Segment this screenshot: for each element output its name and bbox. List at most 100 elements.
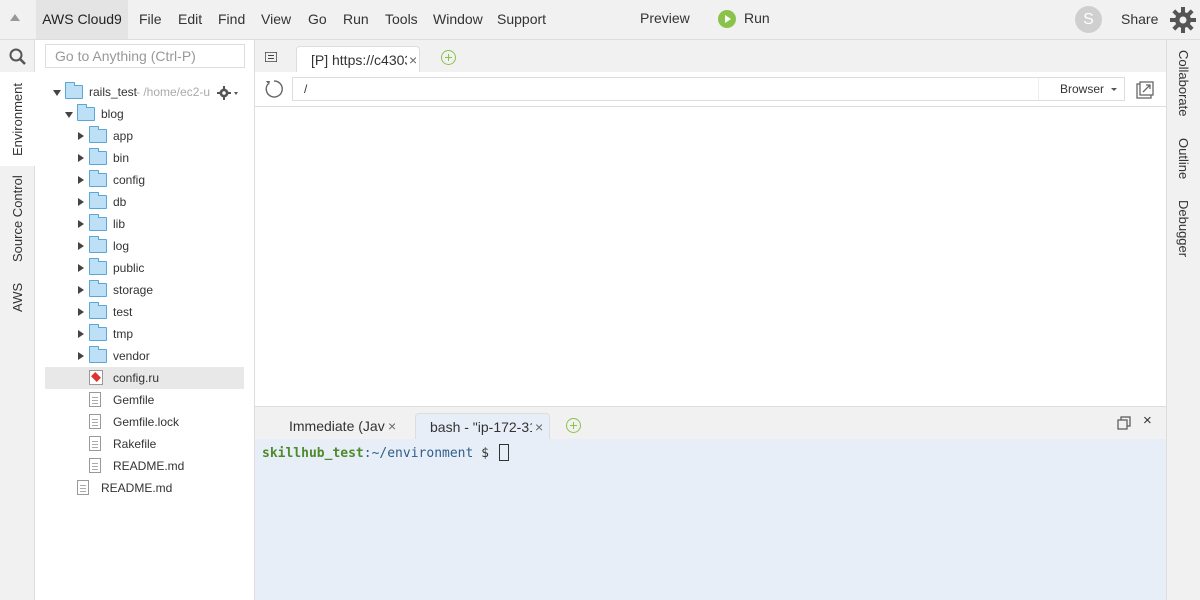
menu-file[interactable]: File [139,0,162,39]
tree-item-label: vendor [113,349,150,363]
tree-file[interactable]: Rakefile [45,433,244,455]
terminal[interactable]: skillhub_test:~/environment $ [255,439,1166,600]
brand-menu[interactable]: AWS Cloud9 [36,0,128,39]
tab-collaborate[interactable]: Collaborate [1167,46,1200,122]
chevron-right-icon[interactable] [78,242,84,250]
tab-debugger[interactable]: Debugger [1167,196,1200,262]
chevron-right-icon[interactable] [78,220,84,228]
tree-folder[interactable]: app [45,125,244,147]
chevron-right-icon[interactable] [78,154,84,162]
tree-item-label: README.md [101,481,173,495]
close-panel-icon[interactable]: × [1143,412,1152,429]
menu-run[interactable]: Run [343,0,369,39]
chevron-right-icon[interactable] [78,176,84,184]
prompt-path: :~/environment [363,446,474,461]
chevron-right-icon[interactable] [78,198,84,206]
share-button[interactable]: Share [1121,0,1158,39]
browser-preview-area[interactable] [255,107,1166,406]
tab-environment-label: Environment [10,83,25,156]
menu-view[interactable]: View [261,0,291,39]
folder-icon [89,170,107,187]
close-icon[interactable]: × [388,413,396,440]
tree-folder[interactable]: storage [45,279,244,301]
refresh-icon[interactable] [264,79,284,99]
chevron-down-icon[interactable] [53,90,61,96]
tab-browser-preview-label: [P] https://c43034 [311,52,407,68]
chevron-right-icon[interactable] [78,286,84,294]
tab-list-icon[interactable] [265,52,277,62]
user-avatar[interactable]: S [1075,6,1102,33]
file-icon [89,392,101,407]
run-play-icon[interactable] [718,10,736,28]
pop-out-icon[interactable] [1136,81,1154,99]
add-tab-icon[interactable] [441,50,456,65]
tab-immediate-label: Immediate (Java [289,418,385,434]
browser-toolbar: Browser [255,72,1166,107]
tree-folder[interactable]: test [45,301,244,323]
tree-folder[interactable]: blog [45,103,244,125]
tree-folder[interactable]: vendor [45,345,244,367]
menu-go[interactable]: Go [308,0,327,39]
restore-window-icon[interactable] [1117,416,1131,430]
menu-edit[interactable]: Edit [178,0,202,39]
tree-item-label: config [113,173,146,187]
tab-aws[interactable]: AWS [0,276,35,316]
tree-folder[interactable]: rails_test - /home/ec2-u [45,81,244,103]
tree-item-label: lib [113,217,126,231]
prompt-user: skillhub_test [262,446,364,461]
folder-icon [65,82,83,99]
tree-item-label: README.md [113,459,185,473]
file-icon [77,480,89,495]
search-icon[interactable] [0,40,35,72]
tree-folder[interactable]: bin [45,147,244,169]
tab-outline[interactable]: Outline [1167,134,1200,184]
close-icon[interactable]: × [409,47,417,74]
chevron-right-icon[interactable] [78,264,84,272]
tree-file[interactable]: Gemfile.lock [45,411,244,433]
browser-dropdown[interactable]: Browser [1038,78,1124,100]
menu-tools[interactable]: Tools [385,0,418,39]
preview-button[interactable]: Preview [640,0,690,39]
run-button[interactable]: Run [744,0,770,39]
folder-icon [89,324,107,341]
chevron-right-icon[interactable] [78,330,84,338]
add-terminal-icon[interactable] [566,418,581,433]
tree-folder[interactable]: config [45,169,244,191]
tab-bash-label: bash - "ip-172-31 [430,419,532,435]
tree-folder[interactable]: lib [45,213,244,235]
tree-folder[interactable]: public [45,257,244,279]
chevron-right-icon[interactable] [78,352,84,360]
chevron-down-icon[interactable] [65,112,73,118]
tree-file[interactable]: README.md [45,477,244,499]
menu-window[interactable]: Window [433,0,483,39]
close-icon[interactable]: × [535,414,543,441]
terminal-cursor [498,444,509,461]
chevron-right-icon[interactable] [78,308,84,316]
tree-file[interactable]: Gemfile [45,389,244,411]
menu-find[interactable]: Find [218,0,245,39]
folder-icon [89,148,107,165]
tab-browser-preview[interactable]: [P] https://c43034 × [296,46,420,73]
editor-tab-bar: [P] https://c43034 × [255,40,1166,73]
gear-icon[interactable] [1168,5,1198,35]
tree-folder[interactable]: db [45,191,244,213]
tree-folder[interactable]: log [45,235,244,257]
collapse-menu-icon[interactable] [10,14,20,21]
go-to-anything-input[interactable] [45,44,245,68]
right-panel-tabs: Collaborate Outline Debugger [1166,40,1200,600]
tab-source-control[interactable]: Source Control [0,166,35,266]
folder-icon [89,302,107,319]
tree-file[interactable]: config.ru [45,367,244,389]
tab-environment[interactable]: Environment [0,72,35,166]
tab-bash[interactable]: bash - "ip-172-31 × [415,413,550,440]
tree-item-label: storage [113,283,154,297]
console-tab-bar: Immediate (Java × bash - "ip-172-31 × × [255,406,1166,440]
menu-support[interactable]: Support [497,0,546,39]
tab-immediate[interactable]: Immediate (Java × [275,413,403,440]
url-input[interactable] [293,78,1038,100]
tree-item-label: public [113,261,145,275]
tree-folder[interactable]: tmp [45,323,244,345]
folder-icon [89,258,107,275]
tree-file[interactable]: README.md [45,455,244,477]
chevron-right-icon[interactable] [78,132,84,140]
